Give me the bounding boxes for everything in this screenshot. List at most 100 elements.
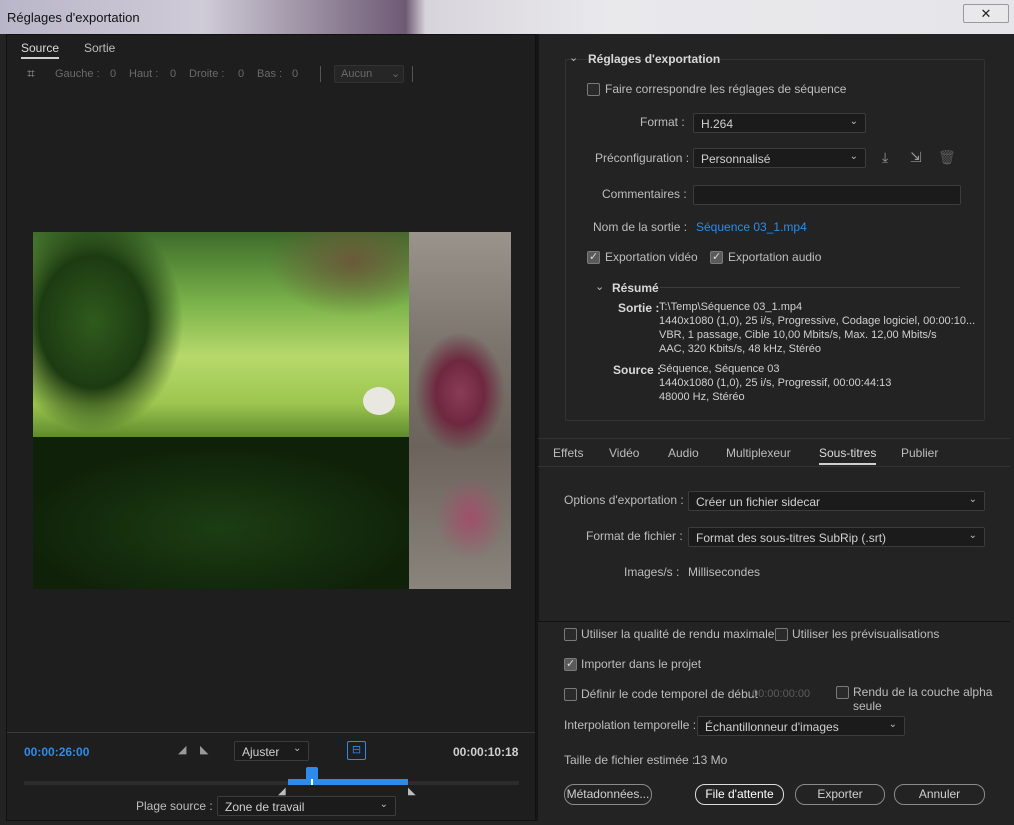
export-button[interactable]: Exporter [795, 784, 885, 805]
filesize-label: Taille de fichier estimée : [564, 753, 696, 767]
summary-output-line: T:\Temp\Séquence 03_1.mp4 [659, 301, 803, 313]
use-previews-label: Utiliser les prévisualisations [792, 627, 940, 641]
preview-trees [33, 232, 183, 432]
summary-title: Résumé [612, 281, 659, 295]
export-video-checkbox[interactable] [587, 250, 600, 264]
match-sequence-label: Faire correspondre les réglages de séque… [605, 82, 847, 96]
output-name-label: Nom de la sortie : [593, 220, 688, 234]
crop-top-label: Haut : [129, 68, 159, 80]
out-point-icon[interactable]: ◣ [408, 786, 416, 797]
summary-source-line: Séquence, Séquence 03 [659, 363, 780, 375]
subtab-audio[interactable]: Audio [668, 446, 699, 460]
chevron-down-icon: ⌄ [849, 151, 858, 162]
work-area-bar[interactable] [288, 779, 408, 785]
format-select[interactable]: H.264 ⌄ [693, 113, 866, 133]
cancel-button[interactable]: Annuler [894, 784, 985, 805]
close-button[interactable]: ✕ [963, 4, 1009, 23]
subtab-publier[interactable]: Publier [901, 446, 938, 460]
crop-bottom-value[interactable]: 0 [292, 68, 298, 80]
aspect-correction-icon[interactable]: ⊟ [347, 741, 366, 760]
import-project-label: Importer dans le projet [581, 657, 702, 671]
mark-in-icon[interactable]: ◢ [178, 743, 186, 756]
collapse-chevron-icon[interactable]: ⌄ [569, 51, 578, 64]
queue-button[interactable]: File d'attente [695, 784, 784, 805]
chevron-down-icon: ⌄ [849, 116, 858, 127]
playhead-handle[interactable] [306, 767, 318, 779]
chevron-down-icon: ⌄ [379, 799, 388, 810]
trash-icon[interactable]: 🗑 [938, 149, 956, 166]
export-options-value: Créer un fichier sidecar [696, 495, 821, 509]
comments-label: Commentaires : [602, 187, 687, 201]
subtab-video[interactable]: Vidéo [609, 446, 639, 460]
preview-image-meadow [33, 232, 409, 589]
tab-sortie[interactable]: Sortie [84, 41, 115, 55]
chevron-down-icon: ⌄ [968, 530, 977, 541]
alpha-only-checkbox[interactable] [836, 686, 849, 699]
summary-source-label: Source : [613, 363, 662, 377]
interp-select[interactable]: Échantillonneur d'images ⌄ [697, 716, 905, 736]
crop-icon[interactable]: ⌗ [27, 65, 35, 82]
summary-source-line: 1440x1080 (1,0), 25 i/s, Progressif, 00:… [659, 377, 892, 389]
subtab-effets[interactable]: Effets [553, 446, 583, 460]
current-timecode[interactable]: 00:00:26:00 [24, 745, 89, 759]
import-preset-icon[interactable]: ⇲ [910, 149, 922, 166]
toolbar-separator [412, 66, 413, 82]
max-quality-checkbox[interactable] [564, 628, 577, 641]
summary-output-line: AAC, 320 Kbits/s, 48 kHz, Stéréo [659, 343, 822, 355]
format-label: Format : [640, 115, 685, 129]
tab-source[interactable]: Source [21, 41, 60, 59]
summary-output-line: 1440x1080 (1,0), 25 i/s, Progressive, Co… [659, 315, 976, 327]
summary-output-label: Sortie : [618, 301, 660, 315]
output-name-link[interactable]: Séquence 03_1.mp4 [696, 220, 807, 234]
import-project-checkbox[interactable] [564, 657, 577, 671]
summary-source-line: 48000 Hz, Stéréo [659, 391, 745, 403]
comments-input[interactable] [693, 185, 961, 205]
summary-collapse-icon[interactable]: ⌄ [595, 280, 604, 293]
crop-bottom-label: Bas : [257, 68, 283, 80]
playhead-line [311, 779, 313, 785]
file-format-select[interactable]: Format des sous-titres SubRip (.srt) ⌄ [688, 527, 985, 547]
summary-divider [660, 287, 960, 288]
export-settings-title: Réglages d'exportation [588, 52, 721, 66]
fps-value: Millisecondes [688, 565, 761, 579]
subtabs-bottom-divider [538, 466, 1010, 467]
subtab-multiplexeur[interactable]: Multiplexeur [726, 446, 791, 460]
zoom-fit-value: Ajuster [242, 745, 280, 759]
set-timecode-checkbox[interactable] [564, 688, 577, 701]
subtab-sous-titres[interactable]: Sous-titres [819, 446, 877, 465]
chevron-down-icon: ⌄ [391, 68, 401, 80]
crop-left-value[interactable]: 0 [110, 68, 116, 80]
source-range-select[interactable]: Zone de travail ⌄ [217, 796, 396, 816]
match-sequence-checkbox[interactable] [587, 83, 600, 96]
subtabs-divider [538, 438, 1010, 439]
crop-ratio-select[interactable]: Aucun ⌄ [334, 65, 404, 83]
window-title: Réglages d'exportation [7, 10, 140, 25]
start-timecode-value[interactable]: 00:00:00:00 [752, 688, 810, 700]
mark-out-icon[interactable]: ◣ [200, 743, 208, 756]
export-video-label: Exportation vidéo [605, 250, 698, 264]
preview-sheep [363, 387, 395, 415]
filesize-value: 13 Mo [694, 753, 728, 767]
preset-value: Personnalisé [701, 152, 771, 166]
timeline-track[interactable] [24, 781, 519, 785]
timeline-divider [7, 732, 535, 733]
preset-select[interactable]: Personnalisé ⌄ [693, 148, 866, 168]
source-range-label: Plage source : [136, 799, 213, 813]
export-audio-checkbox[interactable] [710, 250, 723, 264]
use-previews-checkbox[interactable] [775, 628, 788, 641]
preset-label: Préconfiguration : [595, 151, 690, 165]
metadata-button[interactable]: Métadonnées... [564, 784, 652, 805]
fps-label: Images/s : [624, 565, 680, 579]
crop-right-value[interactable]: 0 [238, 68, 244, 80]
video-preview [33, 232, 511, 589]
export-options-label: Options d'exportation : [564, 493, 684, 507]
preview-image-flowers [409, 232, 511, 589]
set-timecode-label: Définir le code temporel de début [581, 687, 758, 701]
crop-top-value[interactable]: 0 [170, 68, 176, 80]
zoom-fit-select[interactable]: Ajuster ⌄ [234, 741, 309, 761]
toolbar-separator [320, 66, 321, 82]
file-format-label: Format de fichier : [586, 529, 683, 543]
export-options-select[interactable]: Créer un fichier sidecar ⌄ [688, 491, 985, 511]
format-value: H.264 [701, 117, 734, 131]
save-preset-icon[interactable]: ⤓ [882, 149, 888, 166]
